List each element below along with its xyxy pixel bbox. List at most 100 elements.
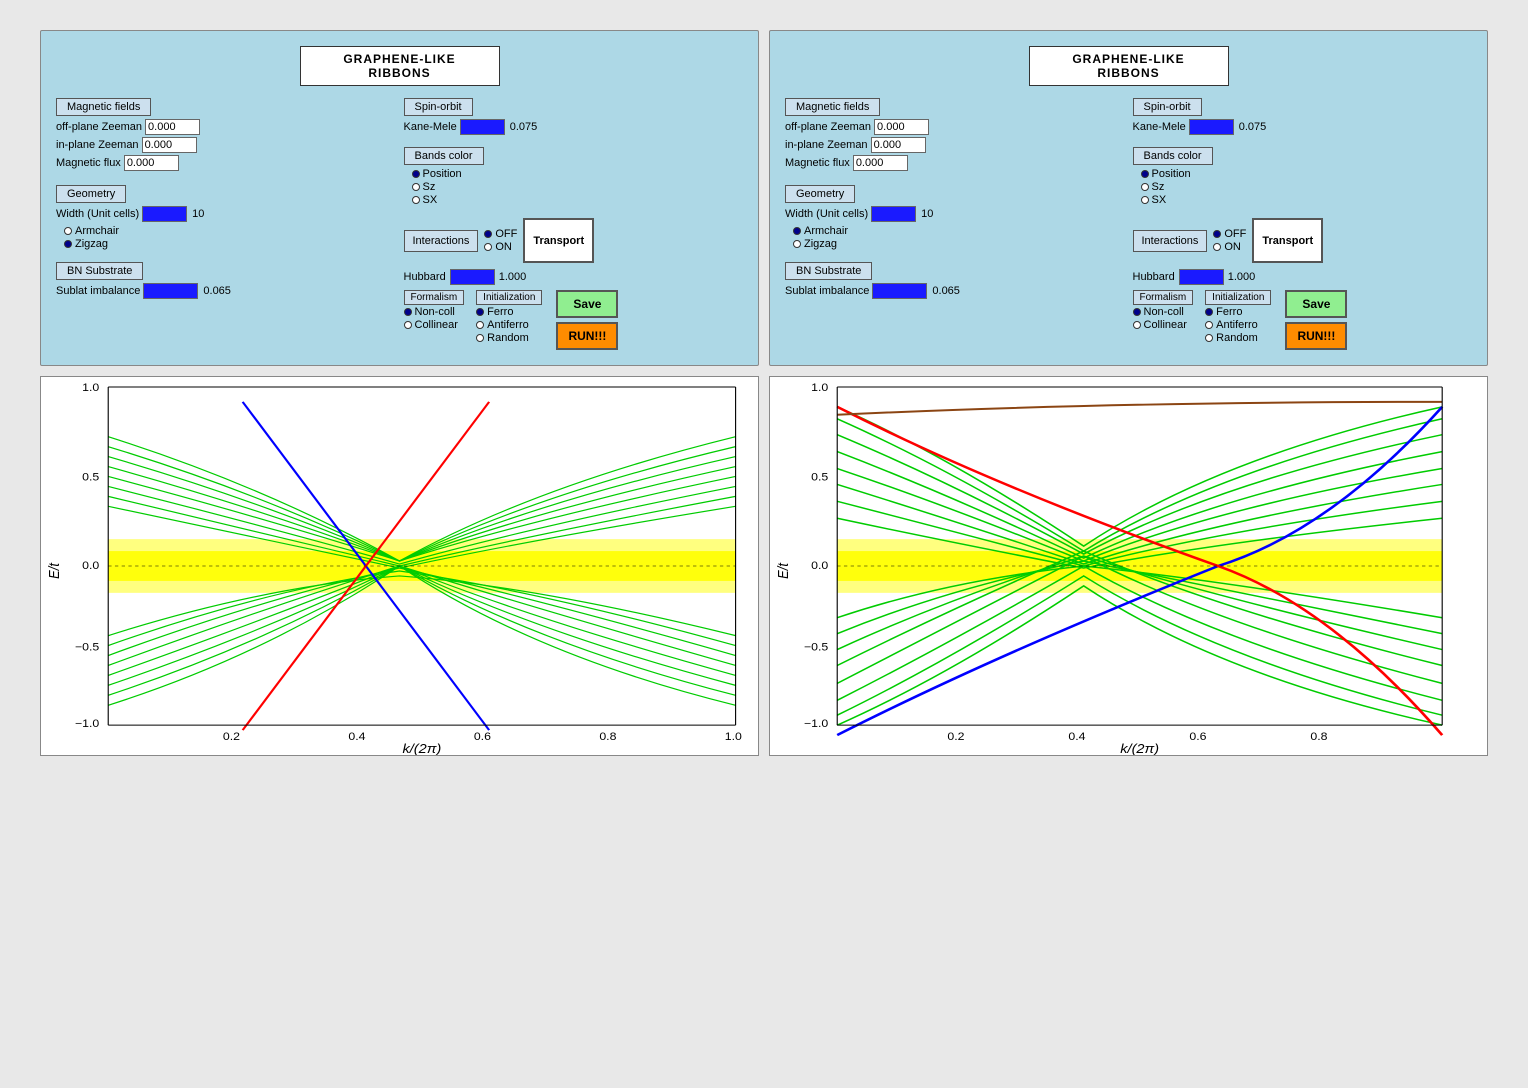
left-on-dot xyxy=(484,243,492,251)
left-armchair-radio[interactable]: Armchair xyxy=(64,225,396,237)
left-panel-title: GRAPHENE-LIKE RIBBONS xyxy=(300,46,500,86)
right-armchair-dot xyxy=(793,227,801,235)
right-interactions-label: Interactions xyxy=(1133,230,1208,252)
right-zigzag-label: Zigzag xyxy=(804,238,837,250)
right-hubbard-label: Hubbard xyxy=(1133,271,1175,283)
right-panel: GRAPHENE-LIKE RIBBONS Magnetic fields of… xyxy=(769,30,1488,366)
svg-text:k/(2π): k/(2π) xyxy=(402,742,441,755)
right-random-radio[interactable]: Random xyxy=(1205,332,1271,344)
svg-text:−0.5: −0.5 xyxy=(804,641,828,653)
right-flux-input[interactable] xyxy=(853,155,908,171)
right-sz-radio[interactable]: Sz xyxy=(1141,181,1473,193)
svg-text:0.8: 0.8 xyxy=(1310,731,1327,743)
right-width-value: 10 xyxy=(921,208,933,220)
left-flux-label: Magnetic flux xyxy=(56,157,121,169)
svg-text:0.6: 0.6 xyxy=(1189,731,1206,743)
right-width-blue-input[interactable] xyxy=(871,206,916,222)
right-noncoll-label: Non-coll xyxy=(1144,306,1184,318)
left-zigzag-radio[interactable]: Zigzag xyxy=(64,238,396,250)
left-ferro-radio[interactable]: Ferro xyxy=(476,306,542,318)
right-sx-radio[interactable]: SX xyxy=(1141,194,1473,206)
left-spinorbit-header: Spin-orbit xyxy=(404,98,473,116)
right-position-radio[interactable]: Position xyxy=(1141,168,1473,180)
left-position-label: Position xyxy=(423,168,462,180)
svg-text:E/t: E/t xyxy=(775,562,791,579)
left-antiferro-label: Antiferro xyxy=(487,319,529,331)
left-collinear-radio[interactable]: Collinear xyxy=(404,319,465,331)
right-transport-button[interactable]: Transport xyxy=(1252,218,1323,263)
right-ferro-label: Ferro xyxy=(1216,306,1242,318)
right-collinear-radio[interactable]: Collinear xyxy=(1133,319,1194,331)
left-noncoll-radio[interactable]: Non-coll xyxy=(404,306,465,318)
svg-text:E/t: E/t xyxy=(46,562,62,579)
left-sublat-blue-input[interactable] xyxy=(143,283,198,299)
right-magnetic-fields-header: Magnetic fields xyxy=(785,98,880,116)
left-off-label: OFF xyxy=(495,228,517,240)
right-in-plane-input[interactable] xyxy=(871,137,926,153)
left-sx-radio[interactable]: SX xyxy=(412,194,744,206)
left-zigzag-dot xyxy=(64,240,72,248)
right-on-dot xyxy=(1213,243,1221,251)
left-sx-dot xyxy=(412,196,420,204)
right-sublat-label: Sublat imbalance xyxy=(785,285,869,297)
left-off-radio[interactable]: OFF xyxy=(484,228,517,240)
left-off-plane-input[interactable] xyxy=(145,119,200,135)
left-off-plane-label: off-plane Zeeman xyxy=(56,121,142,133)
left-width-label: Width (Unit cells) xyxy=(56,208,139,220)
right-run-button[interactable]: RUN!!! xyxy=(1285,322,1347,350)
right-sx-dot xyxy=(1141,196,1149,204)
right-zigzag-dot xyxy=(793,240,801,248)
left-graph: 1.0 0.5 0.0 −0.5 −1.0 0.2 0.4 0.6 0.8 1.… xyxy=(40,376,759,756)
left-formalism-header: Formalism xyxy=(404,290,465,305)
left-width-blue-input[interactable] xyxy=(142,206,187,222)
left-armchair-dot xyxy=(64,227,72,235)
left-init-header: Initialization xyxy=(476,290,542,305)
right-on-radio[interactable]: ON xyxy=(1213,241,1246,253)
right-off-plane-input[interactable] xyxy=(874,119,929,135)
left-hubbard-label: Hubbard xyxy=(404,271,446,283)
left-kanemele-blue-input[interactable] xyxy=(460,119,505,135)
left-in-plane-input[interactable] xyxy=(142,137,197,153)
left-sz-dot xyxy=(412,183,420,191)
right-formalism-header: Formalism xyxy=(1133,290,1194,305)
left-collinear-dot xyxy=(404,321,412,329)
right-antiferro-dot xyxy=(1205,321,1213,329)
left-antiferro-radio[interactable]: Antiferro xyxy=(476,319,542,331)
svg-text:0.8: 0.8 xyxy=(599,731,616,743)
left-sz-label: Sz xyxy=(423,181,436,193)
left-run-button[interactable]: RUN!!! xyxy=(556,322,618,350)
right-width-label: Width (Unit cells) xyxy=(785,208,868,220)
right-init-header: Initialization xyxy=(1205,290,1271,305)
left-sz-radio[interactable]: Sz xyxy=(412,181,744,193)
left-flux-input[interactable] xyxy=(124,155,179,171)
right-antiferro-radio[interactable]: Antiferro xyxy=(1205,319,1271,331)
left-random-radio[interactable]: Random xyxy=(476,332,542,344)
left-bn-header: BN Substrate xyxy=(56,262,143,280)
right-save-button[interactable]: Save xyxy=(1285,290,1347,318)
left-hubbard-blue-input[interactable] xyxy=(450,269,495,285)
right-graph: 1.0 0.5 0.0 −0.5 −1.0 0.2 0.4 0.6 0.8 E/… xyxy=(769,376,1488,756)
right-off-label: OFF xyxy=(1224,228,1246,240)
right-armchair-radio[interactable]: Armchair xyxy=(793,225,1125,237)
left-sublat-value: 0.065 xyxy=(203,285,231,297)
left-position-radio[interactable]: Position xyxy=(412,168,744,180)
right-graph-svg: 1.0 0.5 0.0 −0.5 −1.0 0.2 0.4 0.6 0.8 E/… xyxy=(770,377,1487,755)
right-antiferro-label: Antiferro xyxy=(1216,319,1258,331)
svg-text:0.2: 0.2 xyxy=(947,731,964,743)
right-kanemele-blue-input[interactable] xyxy=(1189,119,1234,135)
right-panel-title: GRAPHENE-LIKE RIBBONS xyxy=(1029,46,1229,86)
left-save-button[interactable]: Save xyxy=(556,290,618,318)
left-magnetic-fields-header: Magnetic fields xyxy=(56,98,151,116)
left-transport-button[interactable]: Transport xyxy=(523,218,594,263)
right-zigzag-radio[interactable]: Zigzag xyxy=(793,238,1125,250)
right-ferro-radio[interactable]: Ferro xyxy=(1205,306,1271,318)
left-noncoll-dot xyxy=(404,308,412,316)
svg-text:0.0: 0.0 xyxy=(82,560,100,572)
right-hubbard-blue-input[interactable] xyxy=(1179,269,1224,285)
right-geometry-header: Geometry xyxy=(785,185,855,203)
right-noncoll-radio[interactable]: Non-coll xyxy=(1133,306,1194,318)
right-sublat-blue-input[interactable] xyxy=(872,283,927,299)
left-hubbard-value: 1.000 xyxy=(499,271,527,283)
left-on-radio[interactable]: ON xyxy=(484,241,517,253)
right-off-radio[interactable]: OFF xyxy=(1213,228,1246,240)
